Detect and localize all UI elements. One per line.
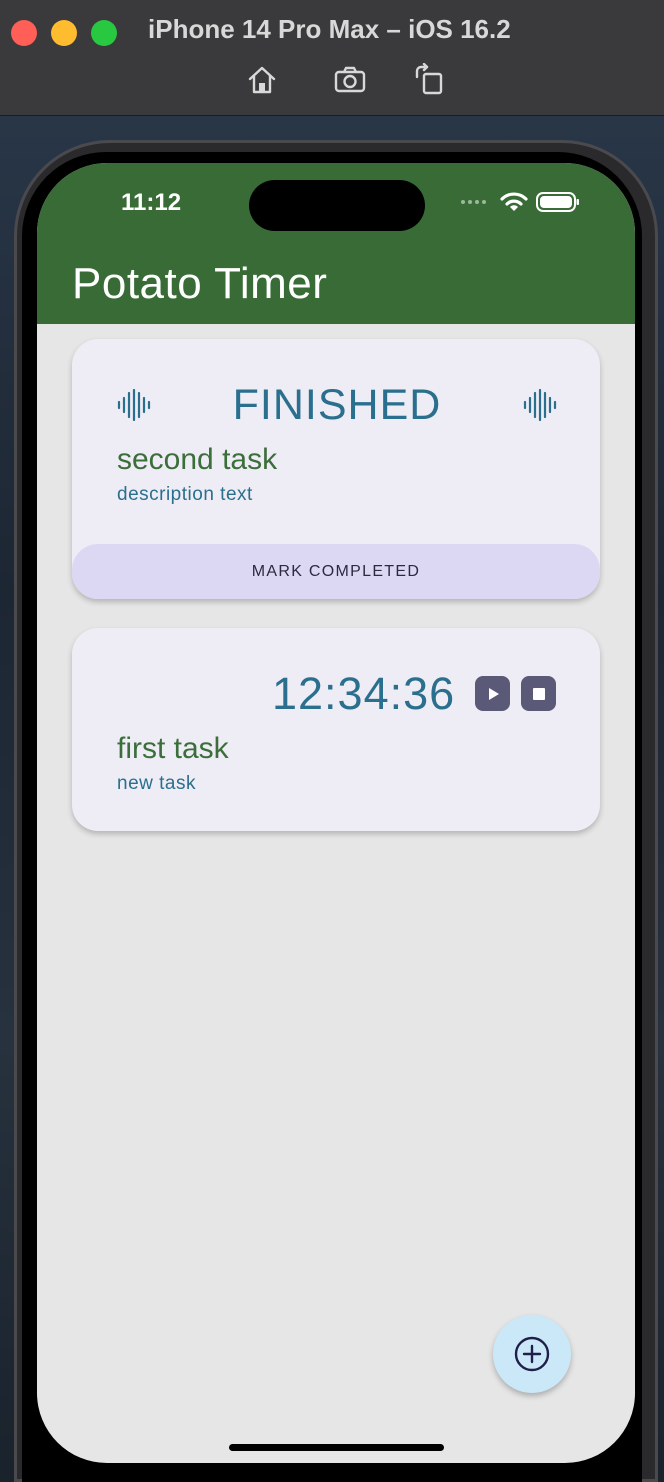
rotate-icon	[415, 63, 443, 95]
signal-dots-icon	[461, 200, 486, 204]
mark-completed-button[interactable]: MARK COMPLETED	[72, 544, 600, 599]
status-icons	[461, 191, 580, 213]
minimize-window-button[interactable]	[51, 20, 77, 46]
stop-button[interactable]	[521, 676, 556, 711]
finished-status: FINISHED	[232, 381, 442, 429]
page-title: Potato Timer	[72, 259, 328, 308]
add-circle-icon	[514, 1336, 550, 1372]
task-description: new task	[117, 773, 196, 794]
screenshot-icon	[334, 66, 366, 93]
timer-display: 12:34:36	[272, 668, 456, 719]
dynamic-island	[249, 180, 425, 231]
zoom-window-button[interactable]	[91, 20, 117, 46]
task-card-finished[interactable]: FINISHED second task description text MA…	[72, 339, 600, 599]
home-indicator[interactable]	[229, 1444, 444, 1451]
finished-row: FINISHED	[116, 381, 558, 429]
simulator-title: iPhone 14 Pro Max – iOS 16.2	[148, 14, 511, 44]
sound-wave-icon	[523, 389, 557, 421]
play-button[interactable]	[475, 676, 510, 711]
phone-screen: 11:12 Potato Timer FINISHED second task …	[37, 163, 635, 1463]
task-card-running[interactable]: 12:34:36 first task new task	[72, 628, 600, 831]
wifi-icon	[500, 192, 528, 211]
add-task-button[interactable]	[493, 1315, 571, 1393]
task-title: second task	[117, 443, 278, 476]
task-description: description text	[117, 484, 253, 505]
home-button[interactable]	[244, 62, 280, 98]
screenshot-button[interactable]	[332, 62, 368, 98]
app-bar: 11:12 Potato Timer	[37, 163, 635, 324]
task-title: first task	[117, 732, 229, 765]
rotate-button[interactable]	[412, 62, 448, 98]
stop-icon	[532, 687, 545, 700]
close-window-button[interactable]	[11, 20, 37, 46]
battery-icon	[536, 192, 579, 212]
simulator-title-bar: iPhone 14 Pro Max – iOS 16.2	[0, 0, 664, 116]
play-icon	[488, 687, 499, 700]
status-time: 11:12	[121, 189, 182, 216]
home-icon	[248, 66, 276, 94]
